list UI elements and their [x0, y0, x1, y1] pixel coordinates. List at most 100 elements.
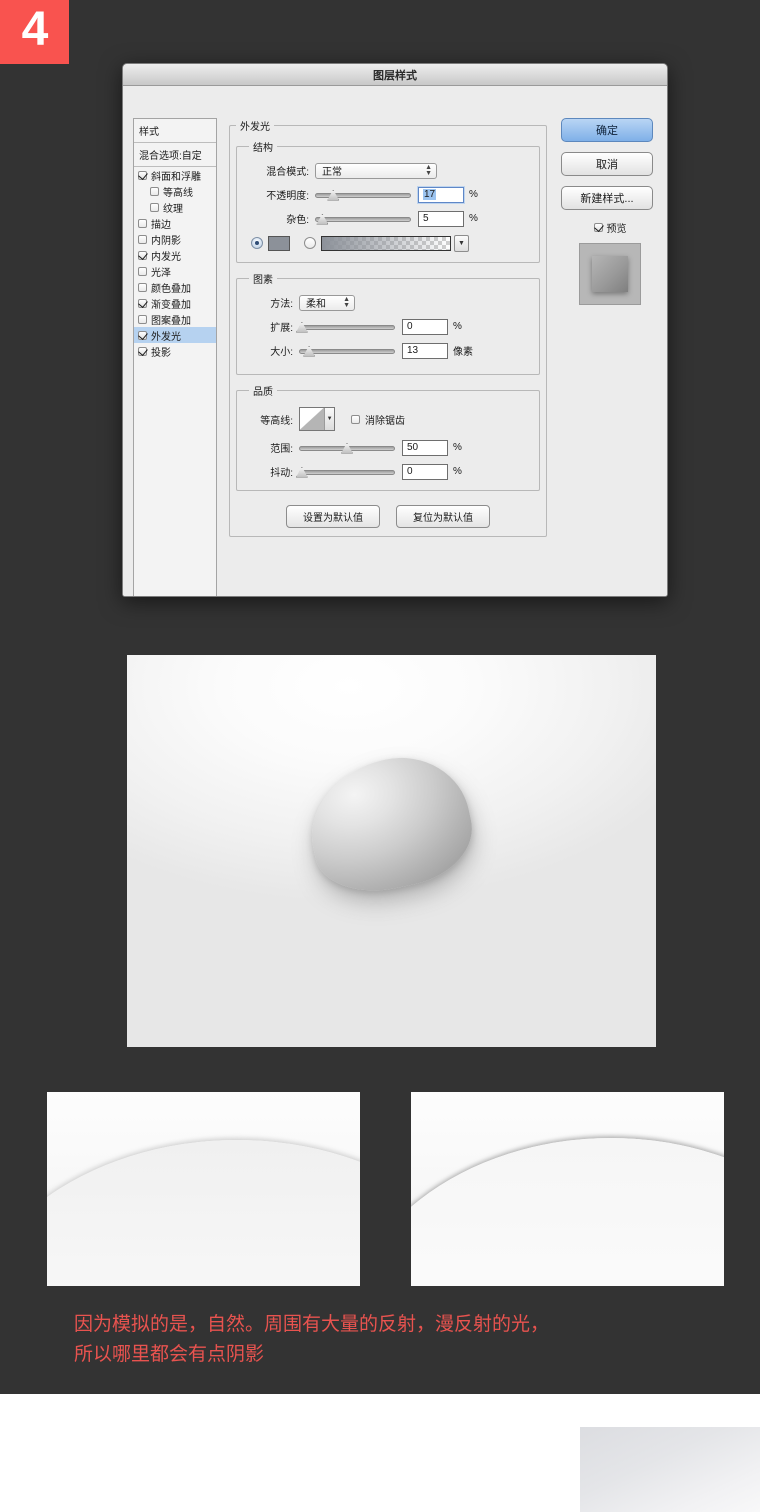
noise-label: 杂色:: [286, 215, 309, 226]
contour-picker[interactable]: ▼: [299, 407, 335, 431]
gradient-dropdown-icon[interactable]: ▼: [454, 234, 469, 252]
contour-curve-icon: [300, 408, 326, 430]
effect-item-label: 纹理: [163, 203, 183, 215]
spread-slider[interactable]: [295, 320, 395, 334]
cancel-button[interactable]: 取消: [561, 152, 653, 176]
size-unit: 像素: [453, 347, 473, 358]
effect-checkbox-icon[interactable]: [150, 202, 159, 212]
effect-item-4[interactable]: 内阴影: [134, 231, 216, 247]
contour-row: 等高线: ▼ 消除锯齿: [247, 406, 531, 432]
opacity-input[interactable]: 17: [418, 186, 464, 203]
effect-item-label: 描边: [151, 219, 171, 231]
effect-item-9[interactable]: 图案叠加: [134, 311, 216, 327]
size-slider-track: [299, 348, 395, 354]
effect-checkbox-icon[interactable]: [138, 218, 147, 228]
effect-item-1[interactable]: 等高线: [134, 183, 216, 199]
preview-checkbox[interactable]: 预览: [561, 220, 659, 235]
gradient-radio[interactable]: [304, 237, 316, 249]
set-default-button[interactable]: 设置为默认值: [286, 505, 380, 528]
dialog-actions-panel: 确定 取消 新建样式... 预览: [561, 118, 659, 305]
glow-color-swatch[interactable]: [268, 235, 290, 251]
effect-item-2[interactable]: 纹理: [134, 199, 216, 215]
jitter-value: 0: [407, 466, 413, 477]
spread-input[interactable]: 0: [402, 318, 448, 335]
jitter-input[interactable]: 0: [402, 463, 448, 480]
noise-slider[interactable]: [315, 212, 411, 226]
effect-checkbox-icon[interactable]: [138, 170, 147, 180]
dialog-body: 样式 混合选项:自定 斜面和浮雕 等高线纹理描边内阴影 内发光光泽 颜色叠加渐变叠加图…: [123, 86, 667, 596]
jitter-label: 抖动:: [270, 468, 293, 479]
effect-item-7[interactable]: 颜色叠加: [134, 279, 216, 295]
contour-label: 等高线:: [260, 415, 293, 427]
new-style-button[interactable]: 新建样式...: [561, 186, 653, 210]
detail-images-row: [0, 1092, 760, 1289]
bottom-gradient-block: [580, 1427, 760, 1512]
effects-list: 斜面和浮雕 等高线纹理描边内阴影 内发光光泽 颜色叠加渐变叠加图案叠加 外发光 投影: [134, 167, 216, 359]
effect-item-0[interactable]: 斜面和浮雕: [134, 167, 216, 183]
styles-list-panel: 样式 混合选项:自定 斜面和浮雕 等高线纹理描边内阴影 内发光光泽 颜色叠加渐变叠加图…: [133, 118, 217, 596]
size-slider[interactable]: [299, 344, 395, 358]
effect-item-6[interactable]: 光泽: [134, 263, 216, 279]
blending-options-item[interactable]: 混合选项:自定: [134, 143, 216, 167]
solid-color-radio[interactable]: [251, 237, 263, 249]
dialog-titlebar[interactable]: 图层样式: [123, 64, 667, 86]
size-input[interactable]: 13: [402, 342, 448, 359]
page-root: 4 图层样式 样式 混合选项:自定 斜面和浮雕 等高线 纹理 描边 内阴影 内发光 光泽 颜色…: [0, 0, 760, 1512]
outer-glow-title: 外发光: [240, 122, 270, 133]
spread-slider-track: [299, 324, 395, 330]
noise-row: 杂色: 5 %: [247, 210, 531, 227]
contour-dropdown-icon[interactable]: ▼: [325, 408, 334, 430]
preview-check-icon: [593, 223, 603, 232]
effect-checkbox-icon[interactable]: [138, 266, 147, 276]
effect-checkbox-icon[interactable]: [138, 234, 147, 244]
updown-arrows-icon: ▲ ▼: [343, 295, 350, 309]
size-label: 大小:: [270, 347, 293, 358]
method-select[interactable]: 柔和 ▲ ▼: [299, 294, 355, 311]
blend-mode-value: 正常: [322, 167, 342, 178]
quality-legend: 品质: [253, 387, 273, 398]
reset-default-button[interactable]: 复位为默认值: [396, 505, 490, 528]
range-unit: %: [453, 442, 462, 453]
range-label: 范围:: [270, 444, 293, 455]
style-preview-thumbnail: [579, 243, 641, 305]
opacity-slider[interactable]: [315, 188, 411, 202]
effect-checkbox-icon[interactable]: [138, 298, 147, 308]
ok-button[interactable]: 确定: [561, 118, 653, 142]
effect-item-8[interactable]: 渐变叠加: [134, 295, 216, 311]
noise-input[interactable]: 5: [418, 210, 464, 227]
effect-checkbox-icon[interactable]: [150, 186, 159, 196]
antialias-checkbox[interactable]: 消除锯齿: [351, 412, 405, 427]
range-row: 范围: 50 %: [247, 439, 531, 456]
jitter-slider[interactable]: [295, 465, 395, 479]
effect-checkbox-icon[interactable]: [138, 282, 147, 292]
effect-checkbox-icon[interactable]: [138, 250, 147, 260]
noise-value: 5: [423, 213, 429, 224]
effect-item-3[interactable]: 描边: [134, 215, 216, 231]
antialias-label: 消除锯齿: [365, 415, 405, 427]
effect-item-11[interactable]: 投影: [134, 343, 216, 359]
effect-item-5[interactable]: 内发光: [134, 247, 216, 263]
layer-style-dialog: 图层样式 样式 混合选项:自定 斜面和浮雕 等高线纹理描边内阴影 内发光光泽 颜色叠加…: [122, 63, 668, 597]
glow-gradient-swatch[interactable]: [321, 235, 451, 251]
effect-item-label: 渐变叠加: [151, 299, 191, 311]
effect-item-label: 图案叠加: [151, 315, 191, 327]
jitter-slider-track: [299, 469, 395, 475]
dialog-title: 图层样式: [373, 69, 417, 82]
effect-checkbox-icon[interactable]: [138, 330, 147, 340]
antialias-box-icon: [351, 414, 360, 424]
size-value: 13: [407, 345, 419, 356]
effect-item-label: 内阴影: [151, 235, 181, 247]
effect-checkbox-icon[interactable]: [138, 314, 147, 324]
styles-header[interactable]: 样式: [134, 119, 216, 143]
range-slider[interactable]: [299, 441, 395, 455]
effect-item-10[interactable]: 外发光: [134, 327, 216, 343]
spread-label: 扩展:: [270, 323, 293, 334]
effect-checkbox-icon[interactable]: [138, 346, 147, 356]
blend-mode-select[interactable]: 正常 ▲ ▼: [315, 162, 437, 179]
preview-shape: [592, 256, 628, 292]
quality-group: 品质 等高线: ▼ 消除锯齿 范围: 50 % 抖动: 0 %: [236, 383, 540, 491]
preview-label: 预览: [606, 224, 627, 235]
effect-item-label: 光泽: [151, 267, 171, 279]
outer-glow-group: 外发光 结构 混合模式: 正常 ▲ ▼ 不透明度: 17 % 杂色: 5 % ▼…: [229, 118, 547, 537]
range-input[interactable]: 50: [402, 439, 448, 456]
